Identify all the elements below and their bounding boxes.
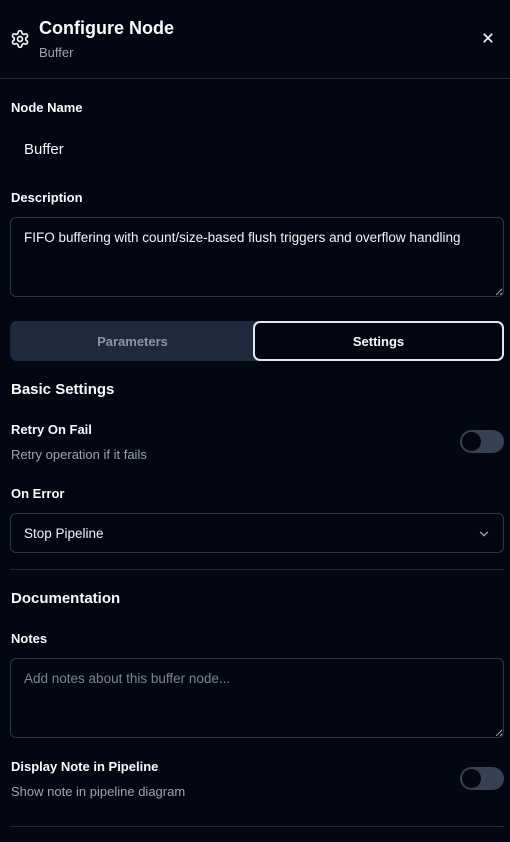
chevron-down-icon xyxy=(479,531,489,537)
tab-settings[interactable]: Settings xyxy=(253,321,504,361)
retry-on-fail-helper: Retry operation if it fails xyxy=(11,447,147,462)
node-name-label: Node Name xyxy=(11,100,83,115)
panel-title: Configure Node xyxy=(39,18,174,38)
description-field[interactable]: FIFO buffering with count/size-based flu… xyxy=(10,217,504,297)
toggle-knob xyxy=(462,769,481,788)
node-name-input[interactable] xyxy=(10,130,503,168)
display-note-label: Display Note in Pipeline xyxy=(11,759,159,774)
tab-parameters[interactable]: Parameters xyxy=(10,321,255,361)
tab-bar: Parameters Settings xyxy=(10,321,504,361)
panel-header: Configure Node Buffer xyxy=(0,0,510,79)
gear-icon xyxy=(11,29,29,49)
notes-field[interactable] xyxy=(10,658,504,738)
panel-subtitle: Buffer xyxy=(39,45,74,60)
toggle-knob xyxy=(462,432,481,451)
display-note-helper: Show note in pipeline diagram xyxy=(11,784,186,799)
on-error-label: On Error xyxy=(11,486,65,501)
description-label: Description xyxy=(11,190,83,205)
documentation-heading: Documentation xyxy=(11,590,121,607)
section-divider xyxy=(10,826,504,827)
retry-on-fail-toggle[interactable] xyxy=(460,430,504,453)
close-icon[interactable] xyxy=(479,29,497,47)
display-note-toggle[interactable] xyxy=(460,767,504,790)
retry-on-fail-label: Retry On Fail xyxy=(11,422,92,437)
basic-settings-heading: Basic Settings xyxy=(11,381,115,398)
notes-label: Notes xyxy=(11,631,48,646)
section-divider xyxy=(10,569,504,570)
on-error-selected-value: Stop Pipeline xyxy=(24,526,104,541)
on-error-select[interactable]: Stop Pipeline xyxy=(10,513,504,553)
